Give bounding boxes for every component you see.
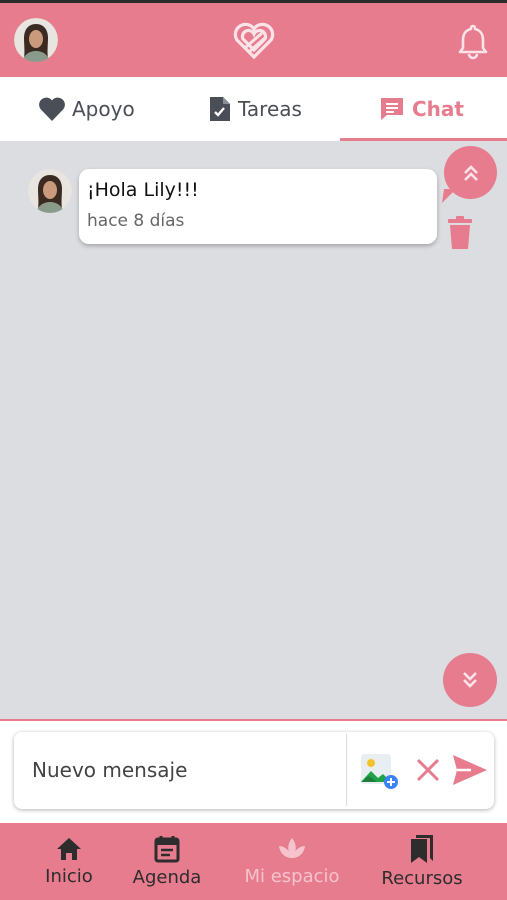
chevrons-down-icon bbox=[463, 672, 477, 688]
lotus-icon bbox=[279, 838, 305, 858]
bottom-navigation: Inicio Agenda Mi espacio Recursos bbox=[0, 823, 507, 900]
nav-label: Agenda bbox=[132, 867, 202, 888]
chat-messages-area[interactable]: ¡Hola Lily!!! hace 8 días bbox=[0, 141, 507, 720]
message-timestamp: hace 8 días bbox=[87, 211, 185, 231]
heart-icon bbox=[39, 97, 65, 121]
nav-label: Inicio bbox=[45, 866, 93, 887]
message-input[interactable] bbox=[17, 734, 347, 806]
chat-icon bbox=[381, 98, 403, 120]
nav-label: Recursos bbox=[381, 868, 463, 889]
top-app-bar bbox=[0, 0, 507, 77]
sender-avatar bbox=[28, 169, 72, 213]
tab-label: Chat bbox=[412, 97, 464, 121]
tab-label: Apoyo bbox=[72, 97, 135, 121]
tab-apoyo[interactable]: Apoyo bbox=[38, 77, 135, 141]
user-avatar[interactable] bbox=[14, 18, 58, 62]
tab-tareas[interactable]: Tareas bbox=[208, 77, 302, 141]
home-icon bbox=[57, 838, 81, 860]
nav-item-agenda[interactable]: Agenda bbox=[124, 823, 210, 900]
trash-icon[interactable] bbox=[447, 216, 473, 250]
message-composer bbox=[0, 721, 507, 823]
bell-icon[interactable] bbox=[456, 22, 490, 60]
composer-box bbox=[14, 732, 494, 809]
close-icon[interactable] bbox=[415, 757, 441, 783]
nav-item-inicio[interactable]: Inicio bbox=[32, 823, 106, 900]
message-text: ¡Hola Lily!!! bbox=[87, 179, 199, 201]
nav-item-recursos[interactable]: Recursos bbox=[372, 823, 472, 900]
scroll-down-button[interactable] bbox=[443, 653, 497, 707]
section-tabs: Apoyo Tareas Chat bbox=[0, 77, 507, 141]
scroll-up-button[interactable] bbox=[444, 146, 497, 199]
chevrons-up-icon bbox=[463, 164, 478, 181]
tab-chat[interactable]: Chat bbox=[378, 77, 464, 141]
nav-item-mi-espacio[interactable]: Mi espacio bbox=[232, 823, 352, 900]
send-icon[interactable] bbox=[451, 753, 489, 787]
message-bubble[interactable]: ¡Hola Lily!!! hace 8 días bbox=[79, 169, 437, 244]
bookmarks-icon bbox=[411, 835, 433, 863]
heart-logo-icon[interactable] bbox=[232, 21, 276, 61]
add-image-icon[interactable] bbox=[359, 752, 399, 790]
nav-label: Mi espacio bbox=[244, 866, 340, 887]
tab-label: Tareas bbox=[238, 97, 302, 121]
file-check-icon bbox=[210, 97, 230, 121]
calendar-icon bbox=[154, 836, 180, 863]
